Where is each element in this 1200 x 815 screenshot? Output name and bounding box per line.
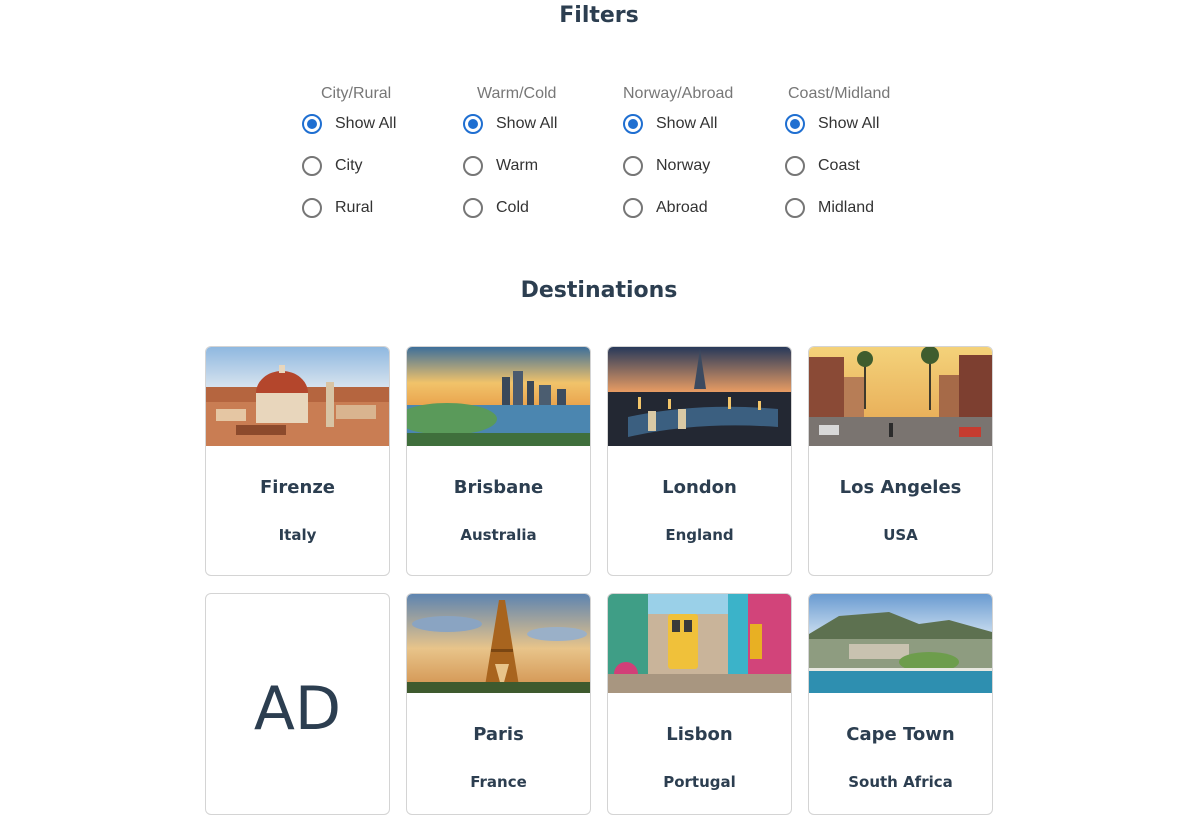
radio-norway[interactable]: Norway	[623, 156, 710, 176]
card-city: Cape Town	[846, 724, 955, 745]
card-city: Brisbane	[453, 477, 544, 498]
radio-icon[interactable]	[785, 156, 805, 176]
radio-abroad[interactable]: Abroad	[623, 198, 708, 218]
filter-group-coast-midland: Coast/Midland Show All Coast Midland	[785, 84, 891, 218]
card-city: Lisbon	[666, 724, 733, 745]
filters-title: Filters	[559, 3, 639, 28]
radio-rural[interactable]: Rural	[302, 198, 373, 218]
filter-group-warm-cold: Warm/Cold Show All Warm Cold	[463, 84, 557, 218]
radio-icon[interactable]	[463, 156, 483, 176]
brisbane-river-skyline-photo	[407, 347, 590, 446]
radio-label: Abroad	[656, 199, 708, 216]
filter-group-label: Coast/Midland	[788, 85, 891, 102]
radio-label: Norway	[656, 157, 711, 174]
radio-label: Midland	[818, 199, 875, 216]
radio-show-all-norway-abroad[interactable]: Show All	[623, 114, 717, 134]
radio-show-all-coast-midland[interactable]: Show All	[785, 114, 879, 134]
radio-icon-checked[interactable]	[785, 114, 805, 134]
filter-group-label: Warm/Cold	[477, 85, 557, 102]
radio-icon[interactable]	[302, 198, 322, 218]
card-country: England	[665, 526, 734, 544]
card-country: France	[470, 773, 527, 791]
destination-card-firenze[interactable]: Firenze Italy	[205, 346, 390, 576]
destinations-title: Destinations	[520, 278, 678, 303]
card-city: London	[662, 477, 737, 498]
radio-city[interactable]: City	[302, 156, 363, 176]
radio-label: City	[335, 157, 363, 174]
radio-show-all-warm-cold[interactable]: Show All	[463, 114, 557, 134]
radio-label: Warm	[496, 157, 539, 174]
radio-label: Show All	[496, 115, 558, 132]
radio-label: Coast	[818, 157, 860, 174]
radio-icon[interactable]	[302, 156, 322, 176]
eiffel-tower-photo	[407, 594, 590, 693]
filter-group-norway-abroad: Norway/Abroad Show All Norway Abroad	[623, 84, 734, 218]
radio-icon[interactable]	[785, 198, 805, 218]
card-city: Paris	[473, 724, 524, 745]
destination-card-los-angeles[interactable]: Los Angeles USA	[808, 346, 993, 576]
los-angeles-palm-street-photo	[809, 347, 992, 446]
radio-icon[interactable]	[623, 198, 643, 218]
filter-group-label: City/Rural	[321, 85, 392, 102]
card-country: South Africa	[848, 773, 953, 791]
card-country: Italy	[278, 526, 317, 544]
london-night-skyline-photo	[608, 347, 791, 446]
filter-group-city-rural: City/Rural Show All City Rural	[302, 84, 396, 218]
radio-label: Show All	[818, 115, 880, 132]
radio-label: Show All	[335, 115, 397, 132]
radio-icon-checked[interactable]	[463, 114, 483, 134]
radio-icon-checked[interactable]	[623, 114, 643, 134]
ad-placeholder: AD	[253, 674, 342, 744]
card-city: Los Angeles	[839, 477, 962, 498]
cape-town-aerial-photo	[809, 594, 992, 693]
card-country: Portugal	[663, 773, 736, 791]
card-country: Australia	[460, 526, 537, 544]
destination-card-paris[interactable]: Paris France	[406, 593, 591, 815]
destination-card-brisbane[interactable]: Brisbane Australia	[406, 346, 591, 576]
radio-warm[interactable]: Warm	[463, 156, 538, 176]
radio-midland[interactable]: Midland	[785, 198, 874, 218]
radio-label: Cold	[496, 199, 529, 216]
card-city: Firenze	[259, 477, 336, 498]
radio-label: Show All	[656, 115, 718, 132]
card-country: USA	[883, 526, 918, 544]
destination-card-london[interactable]: London England	[607, 346, 792, 576]
destination-card-lisbon[interactable]: Lisbon Portugal	[607, 593, 792, 815]
radio-coast[interactable]: Coast	[785, 156, 860, 176]
destination-card-cape-town[interactable]: Cape Town South Africa	[808, 593, 993, 815]
filter-group-label: Norway/Abroad	[623, 85, 734, 102]
florence-cathedral-photo	[206, 347, 389, 446]
radio-label: Rural	[335, 199, 374, 216]
radio-icon-checked[interactable]	[302, 114, 322, 134]
radio-icon[interactable]	[623, 156, 643, 176]
radio-cold[interactable]: Cold	[463, 198, 529, 218]
lisbon-tram-street-photo	[608, 594, 791, 693]
radio-show-all-city-rural[interactable]: Show All	[302, 114, 396, 134]
radio-icon[interactable]	[463, 198, 483, 218]
advertisement-card[interactable]: AD	[205, 593, 390, 815]
